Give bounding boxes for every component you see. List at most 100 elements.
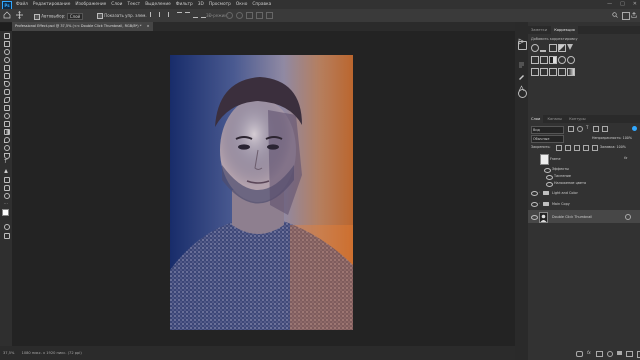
photo-filter-icon[interactable] [558,56,566,64]
menu-file[interactable]: Файл [16,0,28,9]
workspace-icon[interactable] [622,12,630,20]
healing-brush-tool[interactable] [2,88,10,95]
channel-mixer-icon[interactable] [567,56,575,64]
new-adjustment-icon[interactable] [607,351,613,357]
add-style-icon[interactable]: fx [587,351,592,355]
history-icon[interactable] [518,30,525,45]
layer-row-frame[interactable]: Frame fx [528,153,640,165]
effect-row-emboss[interactable]: Тиснение [528,173,640,180]
maximize-button[interactable]: □ [620,0,625,9]
filter-toggle-icon[interactable] [632,126,637,131]
hue-saturation-icon[interactable] [531,56,539,64]
filter-type-icon[interactable]: T [586,126,590,130]
tab-adjustments[interactable]: Коррекция [551,26,578,34]
color-balance-icon[interactable] [540,56,548,64]
fill-value[interactable]: 100% [617,145,626,149]
layer-effects-row[interactable]: Эффекты [528,166,640,173]
menu-select[interactable]: Выделение [145,0,171,9]
menu-window[interactable]: Окно [236,0,247,9]
threshold-icon[interactable] [558,68,566,76]
chevron-right-icon[interactable]: › [539,201,540,205]
paragraph-icon[interactable] [518,54,525,68]
close-button[interactable]: ✕ [633,0,637,9]
edit-toolbar-icon[interactable]: … [2,200,10,206]
menu-help[interactable]: Справка [252,0,271,9]
blur-tool[interactable] [2,136,10,143]
zoom-level[interactable]: 37,5% [3,351,14,355]
color-lookup-icon[interactable] [531,68,539,76]
foreground-color-swatch[interactable] [2,209,9,216]
menu-image[interactable]: Изображение [75,0,106,9]
filter-adjustment-icon[interactable] [577,126,583,132]
layer-row-double-click-thumbnail[interactable]: Double Click Thumbnail [528,210,640,223]
layer-filter-dropdown[interactable]: Вид [531,126,564,134]
align-center-icon[interactable] [159,12,165,17]
effect-row-color-overlay[interactable]: Наложение цвета [528,180,640,187]
fx-icon[interactable]: fx [624,156,627,160]
black-white-icon[interactable] [549,56,557,64]
curves-icon[interactable] [549,44,557,52]
lasso-tool[interactable] [2,48,10,55]
tab-channels[interactable]: Каналы [545,115,565,123]
align-bottom-icon[interactable] [193,12,198,18]
levels-icon[interactable] [540,44,546,52]
home-icon[interactable] [3,11,11,19]
menu-layers[interactable]: Слои [111,0,122,9]
frame-tool[interactable] [2,72,10,79]
lock-artboard-icon[interactable] [583,145,589,151]
orbit-3d-icon[interactable] [226,12,233,19]
move-tool[interactable] [2,32,10,39]
character-icon[interactable] [518,77,525,92]
marquee-tool[interactable] [2,40,10,47]
menu-filter[interactable]: Фильтр [176,0,193,9]
add-mask-icon[interactable] [596,351,603,357]
align-top-icon[interactable] [177,12,182,18]
clone-stamp-tool[interactable] [2,104,10,111]
link-layers-icon[interactable] [576,351,583,357]
pan-3d-icon[interactable] [246,12,253,19]
eye-icon[interactable] [531,215,538,220]
eye-icon[interactable] [531,202,538,207]
zoom-tool[interactable] [2,192,10,199]
layer-row-main-copy[interactable]: › Main Copy [528,199,640,209]
brushes-icon[interactable] [518,65,525,80]
menu-3d[interactable]: 3D [198,0,204,9]
blend-mode-dropdown[interactable]: Обычные [531,135,564,143]
minimize-button[interactable]: — [607,0,612,9]
hand-tool[interactable] [2,184,10,191]
gradient-tool[interactable] [2,128,10,135]
posterize-icon[interactable] [549,68,557,76]
invert-icon[interactable] [540,68,548,76]
document-image[interactable] [170,55,353,330]
search-icon[interactable] [612,12,618,18]
tab-layers[interactable]: Слои [528,115,544,123]
document-tab-close[interactable]: × [147,24,150,28]
filter-smart-icon[interactable] [602,126,608,132]
info-icon[interactable] [518,89,527,98]
menu-view[interactable]: Просмотр [209,0,231,9]
rectangle-tool[interactable] [2,176,10,183]
vibrance-icon[interactable] [567,44,573,50]
canvas-area[interactable] [12,31,515,346]
type-tool[interactable]: T [2,160,10,166]
tab-paths[interactable]: Контуры [566,115,588,123]
quick-mask-icon[interactable] [2,223,10,230]
eye-icon[interactable] [546,182,553,187]
path-selection-tool[interactable] [2,168,10,174]
lock-all-icon[interactable] [592,145,598,151]
align-middle-icon[interactable] [185,12,190,18]
slide-3d-icon[interactable] [256,12,263,19]
show-controls-checkbox[interactable] [97,13,103,19]
screen-mode-icon[interactable] [2,232,10,239]
layer-row-light-and-color[interactable]: › Light and Color [528,188,640,198]
brush-tool[interactable] [2,96,10,103]
align-right-icon[interactable] [168,12,174,17]
lock-pixels-icon[interactable] [565,145,571,151]
eyedropper-tool[interactable] [2,80,10,87]
crop-tool[interactable] [2,64,10,71]
new-group-icon[interactable] [617,351,622,355]
menu-type[interactable]: Текст [127,0,140,9]
opacity-value[interactable]: 100% [623,136,632,140]
new-layer-icon[interactable] [626,351,633,357]
auto-select-checkbox[interactable] [34,13,40,20]
